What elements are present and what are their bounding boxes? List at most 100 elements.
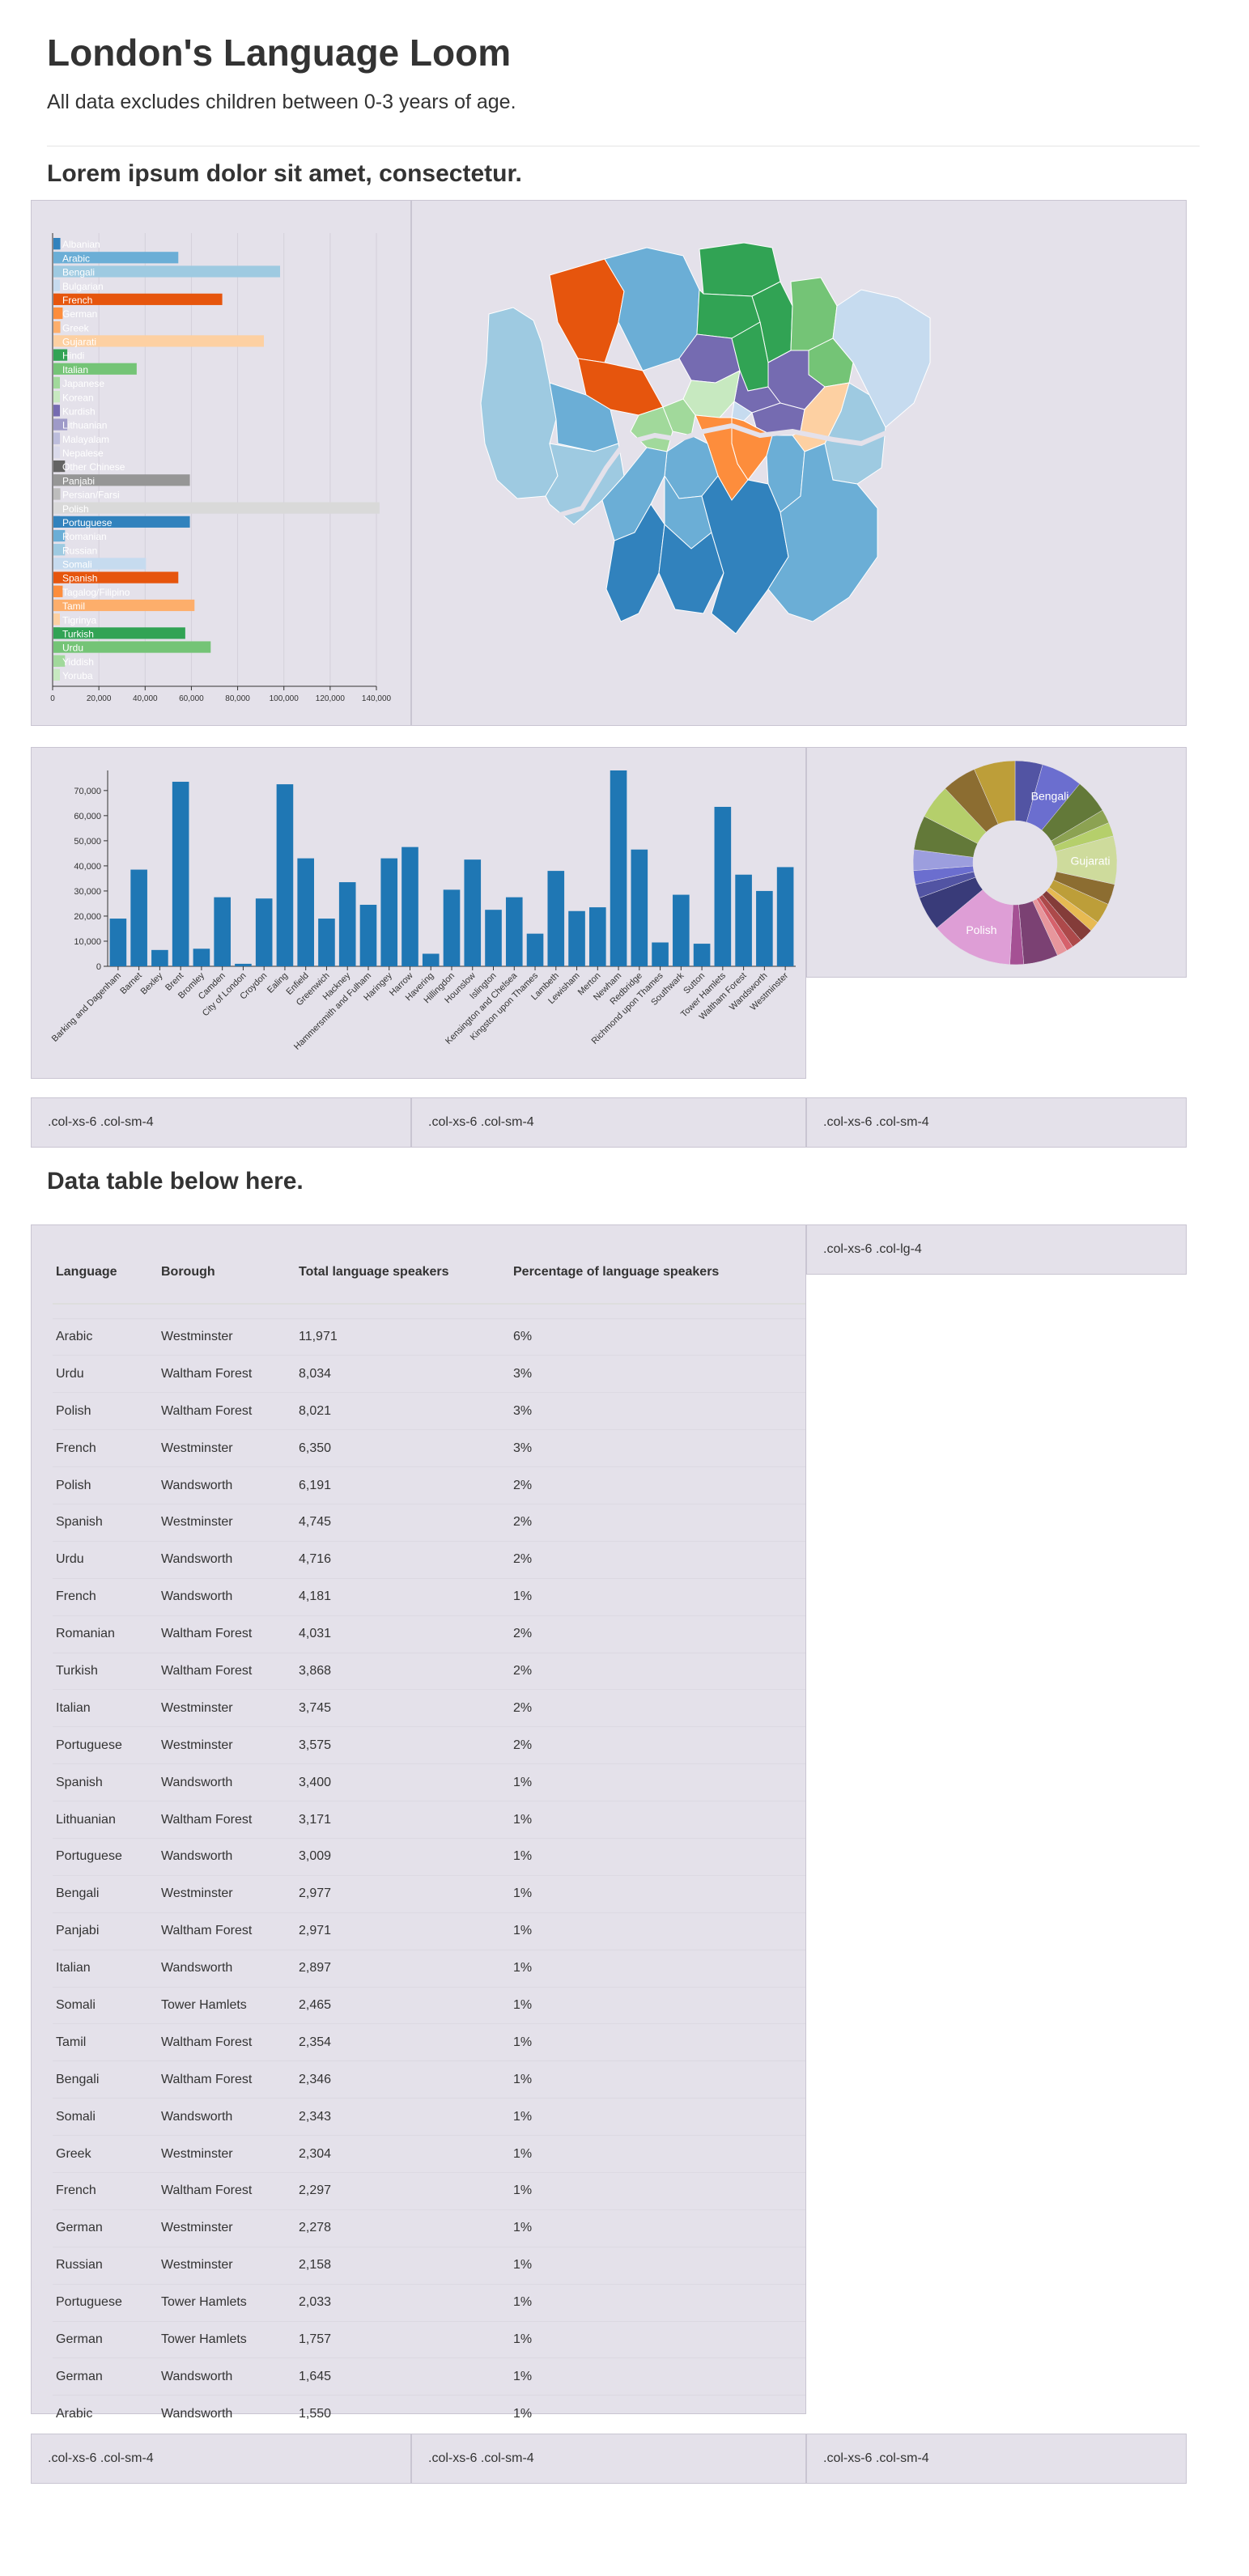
borough-bar-chart: 0 10,000 20,000 30,000 40,000 50,000 60,000 70,… [50,770,796,1052]
table-cell: 3,868 [295,1652,510,1690]
borough-bar[interactable] [297,858,314,966]
language-label: German [62,308,97,320]
borough-bar[interactable] [443,889,461,966]
table-cell: 1% [510,2098,805,2136]
borough-bar[interactable] [589,907,606,966]
language-swatch [53,321,60,333]
table-cell: 2,897 [295,1949,510,1988]
table-cell: Westminster [158,1874,295,1913]
grid-cell-6: .col-xs-6 .col-sm-4 [806,2434,1187,2484]
borough-bar[interactable] [610,770,627,966]
language-swatch [53,279,60,291]
table-cell: Waltham Forest [158,2060,295,2099]
table-cell: Wandsworth [158,1466,295,1504]
borough-bar[interactable] [485,910,502,966]
table-cell: 2,304 [295,2135,510,2173]
language-label: Korean [62,392,94,403]
donut-slice-label: Gujarati [1070,855,1110,868]
borough-bar[interactable] [673,894,690,966]
borough-bar[interactable] [735,874,752,966]
x-tick-label: 40,000 [133,694,158,703]
language-swatch [53,544,60,556]
language-swatch [53,558,60,570]
column-header: Percentage of language speakers [510,1241,805,1305]
table-cell: 6,191 [295,1466,510,1504]
borough-bar[interactable] [109,919,127,966]
borough-bar[interactable] [255,898,273,966]
table-row: Polish Wandsworth 6,191 2% [53,1466,805,1504]
grid-cell-side: .col-xs-6 .col-lg-4 [806,1224,1187,1275]
borough-bar[interactable] [693,944,711,966]
borough-bar[interactable] [235,963,252,966]
language-swatch [53,307,60,320]
borough-bar[interactable] [276,784,294,966]
table-row: Bengali Westminster 2,977 1% [53,1874,805,1913]
table-cell: Westminster [158,1429,295,1467]
table-cell: 2% [510,1689,805,1727]
grid-cell-3: .col-xs-6 .col-sm-4 [806,1097,1187,1148]
borough-bar[interactable] [756,890,773,966]
borough-bar[interactable] [547,871,565,966]
y-tick-label: 70,000 [74,787,101,796]
borough-bar[interactable] [359,904,377,966]
table-cell: Westminster [158,2209,295,2247]
borough-bar[interactable] [464,859,482,966]
table-cell: Waltham Forest [158,2023,295,2061]
table-cell: Somali [53,2098,158,2136]
language-label: Tamil [62,601,85,612]
language-label: Yoruba [62,670,93,681]
borough-bar[interactable] [193,948,210,966]
borough-bar[interactable] [631,849,648,966]
borough-bar[interactable] [526,933,544,966]
language-bar[interactable] [53,502,380,514]
borough-bar[interactable] [714,806,732,966]
x-tick-label: 120,000 [316,694,346,703]
grid-cell-label: .col-xs-6 .col-sm-4 [48,1115,154,1129]
language-label: Tagalog/Filipino [62,587,130,598]
table-cell: German [53,2209,158,2247]
london-borough-map [480,242,933,634]
table-row: German Westminster 2,278 1% [53,2209,805,2247]
borough-bar[interactable] [151,949,168,966]
borough-bar[interactable] [214,897,231,966]
language-swatch [53,405,60,417]
borough-bar[interactable] [130,869,147,966]
table-cell: 3,171 [295,1801,510,1839]
table-cell: 1% [510,2023,805,2061]
table-cell: Waltham Forest [158,1615,295,1653]
page-subtitle: All data excludes children between 0-3 y… [47,91,516,113]
borough-bar[interactable] [776,867,794,966]
column-header: Language [53,1241,158,1305]
section-heading: Lorem ipsum dolor sit amet, consectetur. [47,160,522,187]
borough-bar[interactable] [172,781,189,966]
map-borough-hillingdon [480,307,559,499]
language-swatch [53,641,60,653]
table-row: German Tower Hamlets 1,757 1% [53,2320,805,2358]
language-label: Russian [62,545,97,556]
borough-bar[interactable] [318,919,335,966]
table-cell: Tower Hamlets [158,2320,295,2358]
borough-bar[interactable] [505,897,523,966]
table-cell: 2% [510,1466,805,1504]
borough-bar[interactable] [652,942,669,966]
language-swatch [53,474,60,486]
table-cell: Wandsworth [158,1763,295,1802]
borough-bar[interactable] [422,953,440,966]
borough-bar[interactable] [568,910,585,966]
table-row: Russian Westminster 2,158 1% [53,2246,805,2285]
table-row: Spanish Westminster 4,745 2% [53,1503,805,1542]
table-cell: Waltham Forest [158,1355,295,1393]
table-cell: Wandsworth [158,1949,295,1988]
borough-bar[interactable] [338,882,356,966]
table-cell: Bengali [53,2060,158,2099]
language-label: Yiddish [62,656,94,668]
borough-bar[interactable] [401,847,418,966]
y-tick-label: 20,000 [74,912,101,922]
language-label: Polish [62,503,89,515]
language-label: Malayalam [62,434,109,445]
table-cell: German [53,2320,158,2358]
language-swatch [53,432,60,444]
borough-bar[interactable] [380,858,398,966]
table-cell: Romanian [53,1615,158,1653]
table-cell: Westminster [158,1503,295,1542]
